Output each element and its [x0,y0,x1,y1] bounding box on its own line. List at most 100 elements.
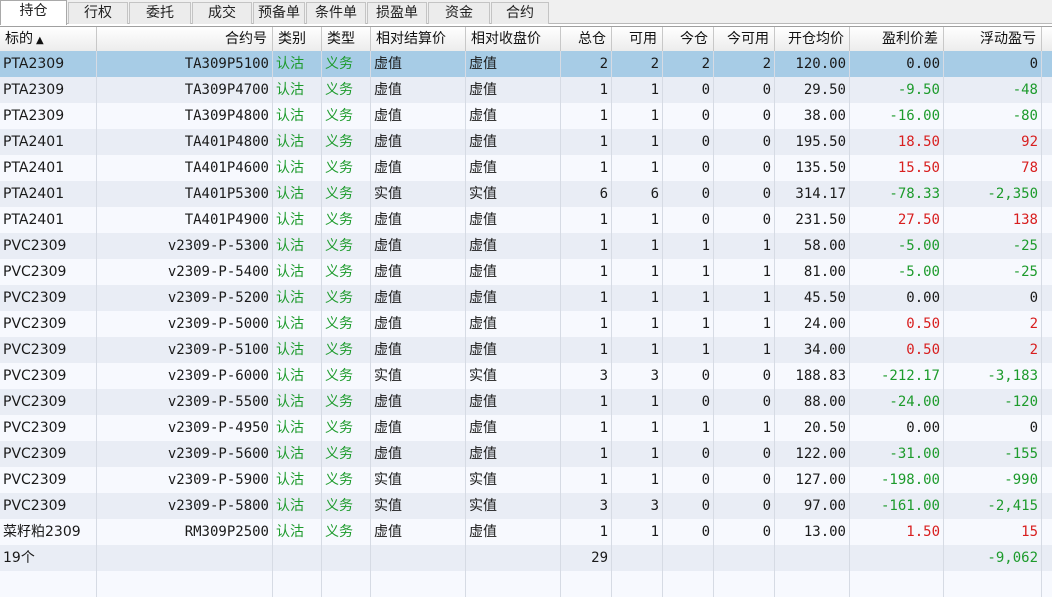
column-header-label: 相对收盘价 [471,31,541,47]
column-header-profit-spread[interactable]: 盈利价差 [850,27,944,51]
cell-today-available: 0 [714,207,775,233]
cell-available: 1 [612,233,663,259]
cell-profit-spread: 0.00 [850,285,944,311]
cell-today-position: 1 [663,285,714,311]
empty-cell [322,571,371,597]
cell-total-position: 2 [561,51,612,77]
tab-2[interactable]: 委托 [129,2,191,24]
cell-type: 义务 [322,155,371,181]
column-header-today-available[interactable]: 今可用 [714,27,775,51]
cell-avg-open-price: 81.00 [775,259,850,285]
cell-today-available: 0 [714,155,775,181]
column-header-available[interactable]: 可用 [612,27,663,51]
cell-total-position: 1 [561,233,612,259]
cell-profit-spread: -212.17 [850,363,944,389]
cell-total-position: 1 [561,519,612,545]
tab-4[interactable]: 预备单 [253,2,305,24]
table-row[interactable]: PTA2309 TA309P5100 认沽 义务 虚值 虚值 2 2 2 2 120.00 0.00 0 [0,51,1052,77]
cell-total-position: 3 [561,363,612,389]
cell-today-position: 0 [663,363,714,389]
column-header-total-position[interactable]: 总仓 [561,27,612,51]
column-header-today-position[interactable]: 今仓 [663,27,714,51]
column-header-underlying[interactable]: 标的 ▲ [0,27,97,51]
table-row[interactable]: PVC2309 v2309-P-5400 认沽 义务 虚值 虚值 1 1 1 1 81.00 -5.0… [0,259,1052,285]
table-row[interactable]: PVC2309 v2309-P-5600 认沽 义务 虚值 虚值 1 1 0 0 122.00 -31… [0,441,1052,467]
column-header-rel-settle[interactable]: 相对结算价 [371,27,466,51]
table-row[interactable]: PVC2309 v2309-P-5500 认沽 义务 虚值 虚值 1 1 0 0 88.00 -24.… [0,389,1052,415]
cell-available: 1 [612,337,663,363]
cell-total-position: 1 [561,103,612,129]
cell-profit-spread: 27.50 [850,207,944,233]
table-row[interactable]: 菜籽粕2309 RM309P2500 认沽 义务 虚值 虚值 1 1 0 0 13.00 1.50 15 [0,519,1052,545]
table-row[interactable]: PTA2309 TA309P4800 认沽 义务 虚值 虚值 1 1 0 0 38.00 -16.00… [0,103,1052,129]
total-cell-floating-pnl: -9,062 [944,545,1042,571]
cell-total-position: 1 [561,155,612,181]
table-row[interactable]: PVC2309 v2309-P-5000 认沽 义务 虚值 虚值 1 1 1 1 24.00 0.50… [0,311,1052,337]
cell-underlying: PTA2309 [0,51,97,77]
table-row[interactable]: PVC2309 v2309-P-5100 认沽 义务 虚值 虚值 1 1 1 1 34.00 0.50… [0,337,1052,363]
table-row[interactable]: PTA2401 TA401P4800 认沽 义务 虚值 虚值 1 1 0 0 195.50 18.50… [0,129,1052,155]
tab-6[interactable]: 损盈单 [367,2,427,24]
cell-rel-close: 虚值 [466,259,561,285]
cell-profit-spread: -78.33 [850,181,944,207]
cell-rel-settle: 虚值 [371,51,466,77]
tab-0[interactable]: 持仓 [0,0,67,25]
table-row[interactable]: PVC2309 v2309-P-6000 认沽 义务 实值 实值 3 3 0 0 188.83 -21… [0,363,1052,389]
column-header-category[interactable]: 类别 [273,27,322,51]
table-row[interactable]: PVC2309 v2309-P-5300 认沽 义务 虚值 虚值 1 1 1 1 58.00 -5.0… [0,233,1052,259]
cell-today-available: 0 [714,467,775,493]
cell-type: 义务 [322,363,371,389]
table-row[interactable]: PVC2309 v2309-P-5900 认沽 义务 实值 实值 1 1 0 0 127.00 -19… [0,467,1052,493]
tab-5[interactable]: 条件单 [306,2,366,24]
column-header-rel-close[interactable]: 相对收盘价 [466,27,561,51]
cell-rel-close: 虚值 [466,519,561,545]
cell-category: 认沽 [273,493,322,519]
table-row[interactable]: PTA2401 TA401P4900 认沽 义务 虚值 虚值 1 1 0 0 231.50 27.50… [0,207,1052,233]
cell-type: 义务 [322,77,371,103]
table-row[interactable]: PVC2309 v2309-P-5800 认沽 义务 实值 实值 3 3 0 0 97.00 -161… [0,493,1052,519]
cell-contract: v2309-P-5100 [97,337,273,363]
cell-contract: TA401P5300 [97,181,273,207]
cell-total-position: 6 [561,181,612,207]
column-header-contract[interactable]: 合约号 [97,27,273,51]
cell-profit-spread: 15.50 [850,155,944,181]
cell-floating-pnl: 2 [944,311,1042,337]
cell-avg-open-price: 58.00 [775,233,850,259]
cell-profit-spread: 0.50 [850,337,944,363]
tab-7[interactable]: 资金 [428,2,490,24]
cell-today-position: 0 [663,467,714,493]
tab-8[interactable]: 合约 [491,2,549,24]
cell-today-available: 0 [714,77,775,103]
total-cell-total-position: 29 [561,545,612,571]
table-row[interactable]: PTA2401 TA401P5300 认沽 义务 实值 实值 6 6 0 0 314.17 -78.3… [0,181,1052,207]
cell-profit-spread: 1.50 [850,519,944,545]
cell-rel-settle: 虚值 [371,415,466,441]
cell-category: 认沽 [273,389,322,415]
table-row[interactable]: PTA2309 TA309P4700 认沽 义务 虚值 虚值 1 1 0 0 29.50 -9.50-… [0,77,1052,103]
cell-contract: TA401P4600 [97,155,273,181]
table-row[interactable]: PVC2309 v2309-P-5200 认沽 义务 虚值 虚值 1 1 1 1 45.50 0.00… [0,285,1052,311]
column-header-type[interactable]: 类型 [322,27,371,51]
cell-category: 认沽 [273,207,322,233]
cell-type: 义务 [322,103,371,129]
cell-rel-settle: 虚值 [371,285,466,311]
column-header-floating-pnl[interactable]: 浮动盈亏 [944,27,1042,51]
column-header-avg-open-price[interactable]: 开仓均价 [775,27,850,51]
cell-total-position: 1 [561,129,612,155]
table-row[interactable]: PVC2309 v2309-P-4950 认沽 义务 虚值 虚值 1 1 1 1 20.50 0.00… [0,415,1052,441]
cell-rel-settle: 虚值 [371,519,466,545]
cell-avg-open-price: 314.17 [775,181,850,207]
cell-total-position: 1 [561,337,612,363]
tab-1[interactable]: 行权 [68,2,128,24]
cell-underlying: PTA2401 [0,129,97,155]
empty-cell [371,571,466,597]
cell-type: 义务 [322,259,371,285]
cell-profit-spread: 0.50 [850,311,944,337]
total-cell-rel-close [466,545,561,571]
cell-underlying: PVC2309 [0,337,97,363]
empty-cell [0,571,97,597]
table-row[interactable]: PTA2401 TA401P4600 认沽 义务 虚值 虚值 1 1 0 0 135.50 15.50… [0,155,1052,181]
cell-type: 义务 [322,337,371,363]
tab-3[interactable]: 成交 [192,2,252,24]
cell-avg-open-price: 20.50 [775,415,850,441]
